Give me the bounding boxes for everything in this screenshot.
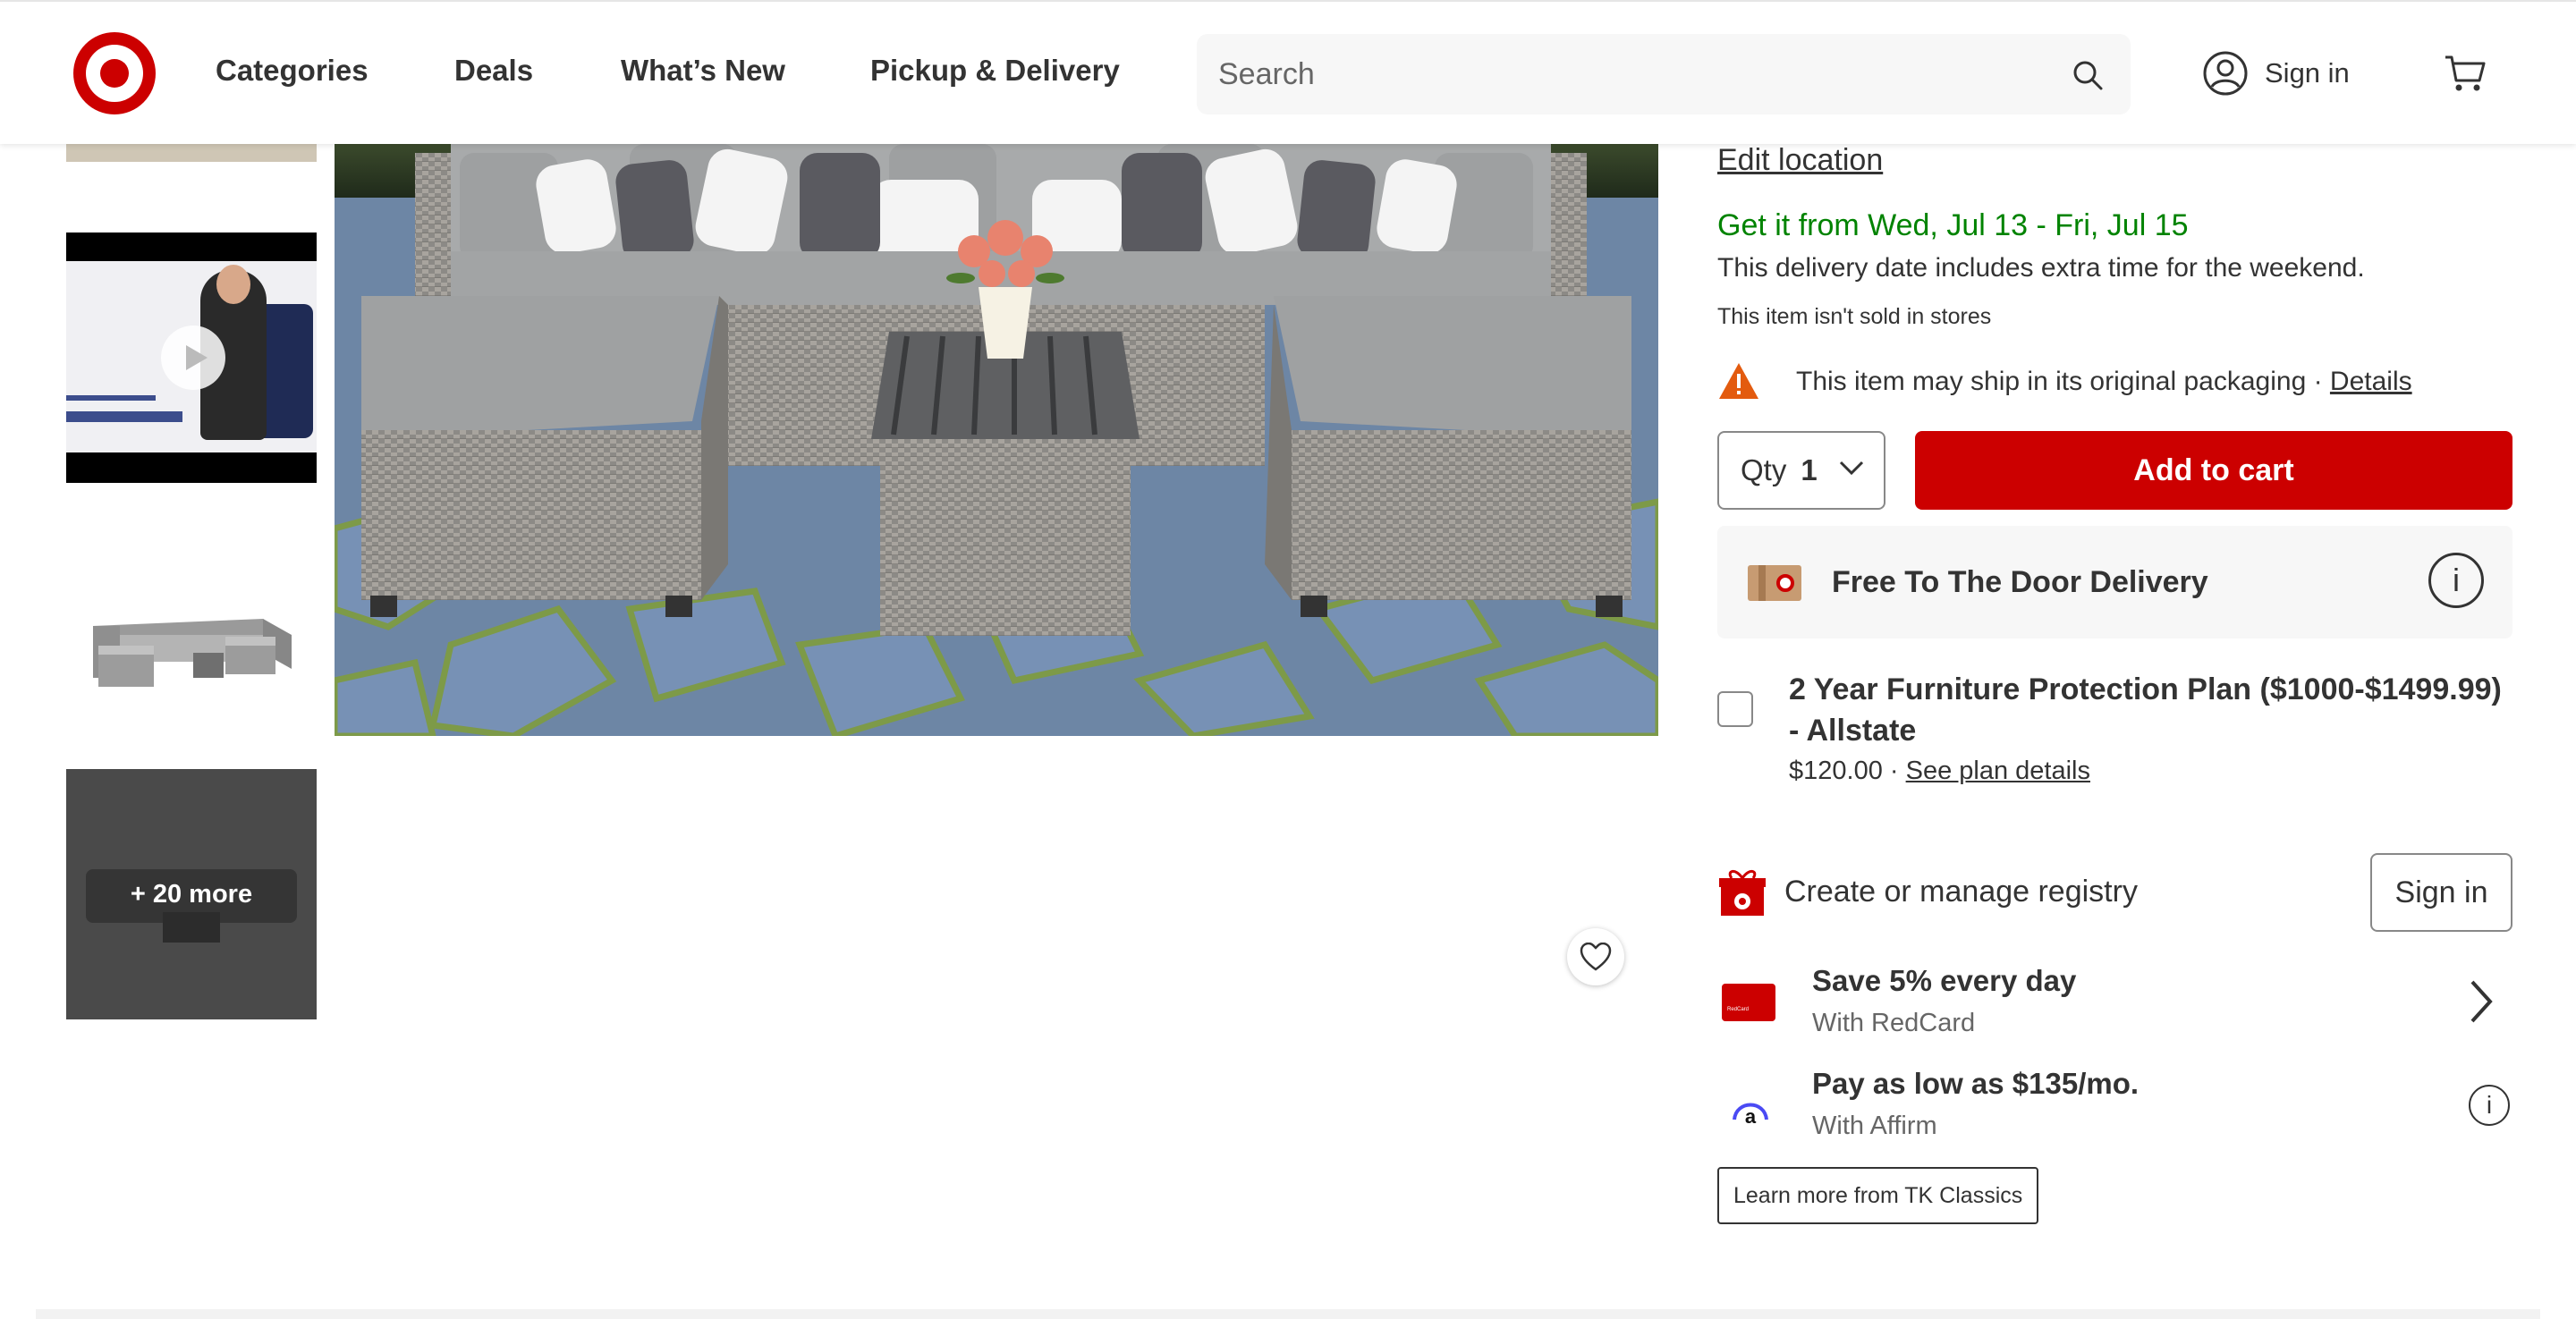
warning-icon bbox=[1719, 363, 1758, 399]
gift-registry-icon bbox=[1719, 870, 1766, 916]
gallery-more-button[interactable]: + 20 more bbox=[66, 769, 317, 1019]
delivery-note: This delivery date includes extra time f… bbox=[1717, 253, 2365, 283]
sofa-thumbnail-image bbox=[93, 619, 292, 687]
patio-sectional-image bbox=[335, 144, 1658, 736]
add-to-cart-button[interactable]: Add to cart bbox=[1915, 431, 2512, 510]
sign-in-label: Sign in bbox=[2265, 57, 2350, 89]
qty-value: 1 bbox=[1801, 453, 1818, 486]
registry-sign-in-button[interactable]: Sign in bbox=[2370, 853, 2512, 932]
product-main-image[interactable] bbox=[335, 144, 1658, 736]
delivery-option-card[interactable]: Free To The Door Delivery i bbox=[1717, 526, 2512, 638]
qty-label: Qty bbox=[1741, 453, 1787, 486]
info-icon[interactable]: i bbox=[2428, 553, 2484, 608]
nav-categories[interactable]: Categories bbox=[216, 54, 369, 88]
play-icon[interactable] bbox=[161, 326, 225, 390]
target-logo-icon[interactable] bbox=[73, 32, 156, 114]
redcard-icon: RedCard bbox=[1722, 984, 1775, 1021]
not-sold-in-stores-note: This item isn't sold in stores bbox=[1717, 304, 1992, 329]
affirm-subtitle: With Affirm bbox=[1812, 1112, 1937, 1140]
protection-plan-checkbox[interactable] bbox=[1717, 691, 1753, 727]
gallery-thumbnail-3[interactable] bbox=[66, 519, 317, 769]
delivery-option-label: Free To The Door Delivery bbox=[1832, 565, 2208, 599]
packaging-separator: · bbox=[2306, 367, 2330, 396]
gallery-thumbnail-1[interactable] bbox=[66, 144, 317, 162]
quantity-select[interactable]: Qty 1 bbox=[1717, 431, 1885, 510]
chevron-right-icon[interactable] bbox=[2469, 978, 2494, 1025]
see-plan-details-link[interactable]: See plan details bbox=[1906, 757, 2090, 785]
plan-separator: · bbox=[1882, 757, 1906, 785]
search-bar bbox=[1197, 34, 2131, 114]
protection-plan-price-row: $120.00 · See plan details bbox=[1789, 757, 2090, 786]
site-header: Categories Deals What’s New Pickup & Del… bbox=[0, 0, 2576, 144]
learn-more-brand-button[interactable]: Learn more from TK Classics bbox=[1717, 1167, 2039, 1224]
packaging-text: This item may ship in its original packa… bbox=[1796, 367, 2307, 396]
affirm-title[interactable]: Pay as low as $135/mo. bbox=[1812, 1067, 2139, 1101]
packaging-notice: This item may ship in its original packa… bbox=[1796, 367, 2412, 397]
chevron-down-icon bbox=[1839, 461, 1864, 476]
redcard-title[interactable]: Save 5% every day bbox=[1812, 964, 2076, 998]
packaging-details-link[interactable]: Details bbox=[2330, 367, 2412, 396]
header-sign-in[interactable]: Sign in bbox=[2202, 48, 2350, 98]
search-icon[interactable] bbox=[2072, 59, 2104, 91]
edit-location-link[interactable]: Edit location bbox=[1717, 143, 1883, 178]
registry-label[interactable]: Create or manage registry bbox=[1784, 875, 2138, 909]
delivery-window: Get it from Wed, Jul 13 - Fri, Jul 15 bbox=[1717, 208, 2189, 242]
delivery-box-icon bbox=[1748, 565, 1801, 601]
protection-plan-title: 2 Year Furniture Protection Plan ($1000-… bbox=[1789, 672, 2502, 748]
nav-whats-new[interactable]: What’s New bbox=[621, 54, 785, 88]
affirm-info-icon[interactable]: i bbox=[2469, 1085, 2510, 1126]
svg-text:a: a bbox=[1745, 1105, 1757, 1127]
favorite-button[interactable] bbox=[1567, 928, 1624, 985]
section-divider bbox=[36, 1309, 2540, 1319]
account-icon bbox=[2203, 51, 2248, 96]
gallery-thumbnail-video[interactable] bbox=[66, 233, 317, 483]
nav-deals[interactable]: Deals bbox=[454, 54, 533, 88]
search-input[interactable] bbox=[1218, 34, 2077, 114]
redcard-subtitle: With RedCard bbox=[1812, 1009, 1976, 1037]
cart-icon[interactable] bbox=[2444, 52, 2487, 95]
gallery-more-label: + 20 more bbox=[130, 879, 253, 909]
affirm-icon: a bbox=[1733, 1103, 1768, 1127]
nav-pickup-delivery[interactable]: Pickup & Delivery bbox=[870, 54, 1120, 88]
heart-icon bbox=[1580, 943, 1612, 971]
protection-plan-price: $120.00 bbox=[1789, 757, 1883, 785]
